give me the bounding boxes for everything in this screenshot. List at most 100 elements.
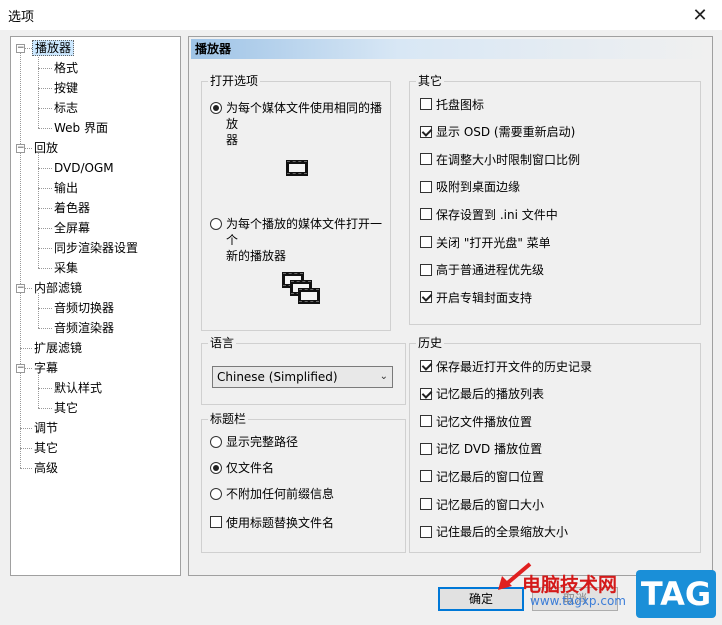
watermark-logo: TAG	[636, 570, 716, 618]
radio-indicator[interactable]	[210, 462, 222, 474]
tree-item[interactable]: 高级	[32, 459, 60, 477]
single-player-icon	[286, 160, 308, 176]
collapse-icon[interactable]: −	[16, 44, 25, 53]
checkbox-indicator[interactable]	[210, 516, 222, 528]
radio-label: 显示完整路径	[226, 435, 299, 449]
history-label: 历史	[416, 336, 445, 350]
tree-branch-line	[38, 53, 39, 128]
history-checkbox[interactable]: 保存最近打开文件的历史记录	[420, 358, 592, 374]
checkbox-indicator[interactable]	[420, 180, 432, 193]
other-label: 其它	[416, 74, 445, 88]
tree-item-label: Web 界面	[54, 121, 108, 135]
tree-item[interactable]: 播放器	[32, 39, 75, 57]
tree-item[interactable]: 其它	[52, 399, 80, 417]
tree-item[interactable]: 内部滤镜	[32, 279, 84, 297]
history-checkbox[interactable]: 记忆最后的窗口大小	[420, 496, 544, 512]
tree-item[interactable]: 回放	[32, 139, 60, 157]
titlebar-radio[interactable]: 不附加任何前缀信息	[210, 486, 334, 502]
history-checkbox[interactable]: 记忆 DVD 播放位置	[420, 441, 542, 457]
tree-connector	[38, 228, 52, 229]
checkbox-indicator[interactable]	[420, 387, 432, 400]
tree-item-label: 输出	[54, 181, 79, 195]
history-checkbox[interactable]: 记忆最后的窗口位置	[420, 468, 544, 484]
checkbox-indicator[interactable]	[420, 98, 432, 110]
tree-item-label: 音频渲染器	[54, 321, 115, 335]
radio-new-player[interactable]: 为每个播放的媒体文件打开一个 新的播放器	[210, 216, 390, 264]
titlebar-radio[interactable]: 仅文件名	[210, 460, 274, 476]
checkbox-indicator[interactable]	[420, 291, 432, 304]
close-button[interactable]: ✕	[678, 0, 722, 30]
other-checkbox[interactable]: 在调整大小时限制窗口比例	[420, 151, 580, 167]
tree-item[interactable]: 格式	[52, 59, 80, 77]
radio-same-line2: 器	[226, 133, 239, 147]
other-checkbox[interactable]: 托盘图标	[420, 96, 484, 112]
tree-item[interactable]: Web 界面	[52, 119, 110, 137]
checkbox-label: 保存设置到 .ini 文件中	[436, 207, 558, 222]
tree-item[interactable]: 按键	[52, 79, 80, 97]
checkbox-indicator[interactable]	[420, 263, 432, 276]
checkbox-indicator[interactable]	[420, 525, 432, 538]
collapse-icon[interactable]: −	[16, 284, 25, 293]
tree-item[interactable]: 采集	[52, 259, 80, 277]
options-tree[interactable]: − 播放器 格式 按键 标志 Web 界面 − 回放 DVD/OGM 输出 着色器 全屏幕 同步渲染器设…	[10, 36, 181, 576]
watermark-site-name: 电脑技术网	[522, 574, 618, 596]
checkbox-indicator[interactable]	[420, 360, 432, 372]
checkbox-label: 在调整大小时限制窗口比例	[436, 152, 581, 167]
radio-same-indicator[interactable]	[210, 102, 222, 114]
collapse-icon[interactable]: −	[16, 364, 25, 373]
tree-item[interactable]: DVD/OGM	[52, 159, 116, 177]
radio-new-indicator[interactable]	[210, 218, 222, 230]
tree-item[interactable]: 字幕	[32, 359, 60, 377]
tree-item[interactable]: 扩展滤镜	[32, 339, 84, 357]
tree-item[interactable]: 音频切换器	[52, 299, 116, 317]
other-checkbox[interactable]: 高于普通进程优先级	[420, 262, 544, 278]
other-group: 其它 托盘图标显示 OSD (需要重新启动) 在调整大小时限制窗口比例 吸附到桌面边…	[409, 74, 701, 325]
other-checkbox[interactable]: 显示 OSD (需要重新启动)	[420, 124, 575, 140]
checkbox-indicator[interactable]	[420, 415, 432, 428]
radio-label: 不附加任何前缀信息	[226, 487, 335, 501]
checkbox-indicator[interactable]	[420, 208, 432, 221]
checkbox-indicator[interactable]	[420, 498, 432, 510]
radio-indicator[interactable]	[210, 436, 222, 448]
checkbox-label: 记忆最后的播放列表	[436, 387, 545, 402]
tree-branch-line	[38, 153, 39, 268]
checkbox-indicator[interactable]	[420, 442, 432, 455]
tree-item[interactable]: 着色器	[52, 199, 92, 217]
tree-item[interactable]: 音频渲染器	[52, 319, 116, 337]
tree-item[interactable]: 同步渲染器设置	[52, 239, 140, 257]
chevron-down-icon: ⌄	[379, 371, 388, 382]
radio-same-player[interactable]: 为每个媒体文件使用相同的播放 器	[210, 100, 390, 148]
history-checkbox[interactable]: 记住最后的全景缩放大小	[420, 524, 568, 540]
tree-item[interactable]: 全屏幕	[52, 219, 92, 237]
checkbox-label: 记住最后的全景缩放大小	[436, 525, 569, 540]
checkbox-indicator[interactable]	[420, 125, 432, 138]
radio-indicator[interactable]	[210, 488, 222, 500]
other-checkbox[interactable]: 吸附到桌面边缘	[420, 179, 520, 195]
other-checkbox[interactable]: 开启专辑封面支持	[420, 289, 532, 305]
history-checkbox[interactable]: 记忆最后的播放列表	[420, 386, 544, 402]
tree-item[interactable]: 调节	[32, 419, 60, 437]
tree-item[interactable]: 其它	[32, 439, 60, 457]
tree-item[interactable]: 输出	[52, 179, 80, 197]
titlebar-radio[interactable]: 显示完整路径	[210, 434, 298, 450]
tree-item-label: 同步渲染器设置	[54, 241, 139, 255]
other-checkbox[interactable]: 保存设置到 .ini 文件中	[420, 206, 558, 222]
tree-connector	[38, 248, 52, 249]
checkbox-indicator[interactable]	[420, 153, 432, 166]
checkbox-label: 吸附到桌面边缘	[436, 180, 521, 195]
radio-new-line1: 为每个播放的媒体文件打开一个	[226, 217, 383, 247]
other-checkbox[interactable]: 关闭 "打开光盘" 菜单	[420, 234, 551, 250]
titlebar-group-label: 标题栏	[208, 412, 249, 426]
collapse-icon[interactable]: −	[16, 144, 25, 153]
tree-item[interactable]: 默认样式	[52, 379, 104, 397]
checkbox-label: 记忆最后的窗口大小	[436, 497, 545, 512]
checkbox-label: 高于普通进程优先级	[436, 263, 545, 278]
tree-connector	[20, 348, 32, 349]
use-title-checkbox[interactable]: 使用标题替换文件名	[210, 514, 334, 530]
checkbox-indicator[interactable]	[420, 470, 432, 483]
tree-item[interactable]: 标志	[52, 99, 80, 117]
language-select[interactable]: Chinese (Simplified) ⌄	[212, 366, 393, 388]
history-checkbox[interactable]: 记忆文件播放位置	[420, 413, 532, 429]
checkbox-indicator[interactable]	[420, 236, 432, 248]
tree-item-label: 播放器	[32, 40, 75, 56]
